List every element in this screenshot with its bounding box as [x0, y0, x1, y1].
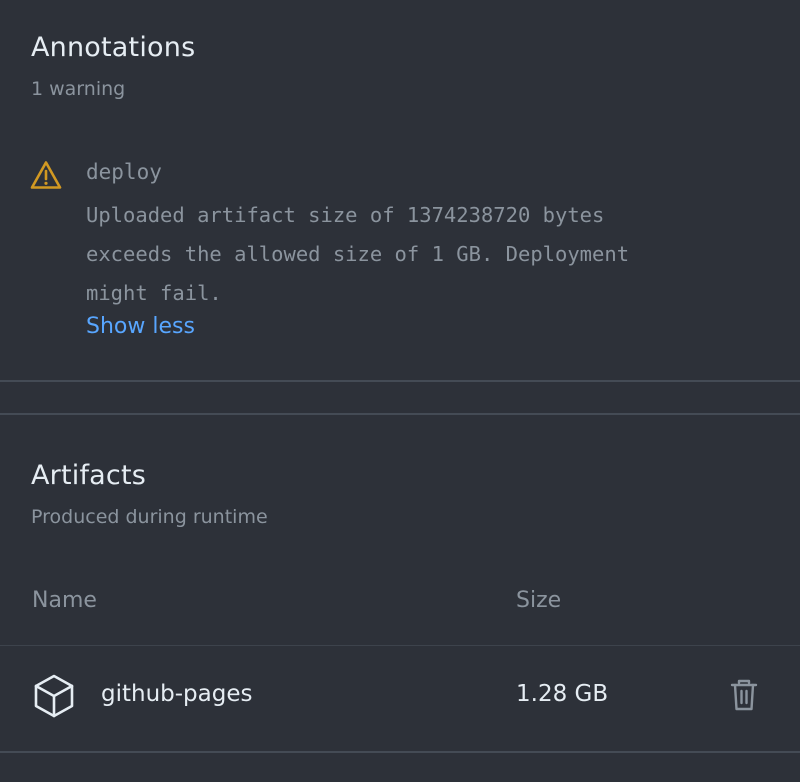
- warning-triangle-icon: [30, 161, 62, 189]
- artifact-size: 1.28 GB: [516, 681, 609, 707]
- artifacts-title: Artifacts: [31, 460, 147, 491]
- show-less-link[interactable]: Show less: [86, 314, 195, 339]
- artifacts-subtitle: Produced during runtime: [31, 506, 268, 528]
- artifact-name-link[interactable]: github-pages: [101, 681, 253, 707]
- annotations-count: 1 warning: [31, 78, 126, 100]
- section-divider: [0, 413, 800, 415]
- annotation-message: Uploaded artifact size of 1374238720 byt…: [86, 203, 630, 305]
- annotations-title: Annotations: [31, 32, 196, 63]
- trash-icon[interactable]: [730, 678, 758, 712]
- section-divider: [0, 380, 800, 382]
- job-summary-page: Annotations 1 warning deploy Uploaded ar…: [0, 0, 800, 782]
- column-header-size: Size: [516, 588, 562, 613]
- artifact-row: github-pages 1.28 GB: [0, 646, 800, 751]
- annotation-job-name: deploy: [86, 160, 162, 184]
- column-header-name: Name: [32, 588, 97, 613]
- table-row-divider: [0, 751, 800, 753]
- package-icon: [34, 674, 74, 718]
